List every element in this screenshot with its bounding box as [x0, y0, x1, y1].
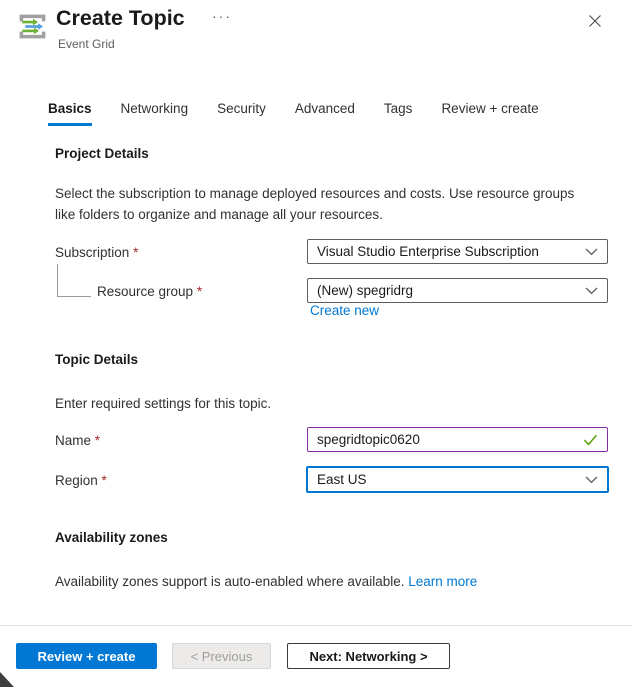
review-create-button[interactable]: Review + create	[16, 643, 157, 669]
create-topic-blade: Create Topic Event Grid ··· Basics Netwo…	[0, 0, 632, 687]
tab-networking[interactable]: Networking	[121, 101, 189, 126]
topic-details-heading: Topic Details	[55, 352, 139, 367]
name-label: Name *	[55, 433, 100, 448]
project-details-heading: Project Details	[55, 146, 149, 161]
more-options-button[interactable]: ···	[212, 8, 232, 24]
subscription-value: Visual Studio Enterprise Subscription	[317, 244, 539, 259]
footer-divider	[0, 625, 632, 626]
region-label: Region *	[55, 473, 107, 488]
topic-details-description: Enter required settings for this topic.	[55, 396, 272, 411]
required-asterisk: *	[196, 284, 203, 299]
event-grid-icon	[16, 10, 49, 43]
chevron-down-icon	[585, 287, 598, 295]
validation-check-icon	[583, 434, 598, 446]
tab-review-create[interactable]: Review + create	[441, 101, 538, 126]
resource-group-dropdown[interactable]: (New) spegridrg	[307, 278, 608, 303]
availability-zones-description: Availability zones support is auto-enabl…	[55, 571, 579, 592]
chevron-down-icon	[585, 476, 598, 484]
resource-group-value: (New) spegridrg	[317, 283, 414, 298]
page-title: Create Topic	[56, 6, 185, 30]
next-networking-button[interactable]: Next: Networking >	[287, 643, 450, 669]
required-asterisk: *	[101, 473, 107, 488]
availability-zones-text: Availability zones support is auto-enabl…	[55, 574, 405, 589]
tab-security[interactable]: Security	[217, 101, 266, 126]
project-details-description: Select the subscription to manage deploy…	[55, 186, 575, 222]
subscription-dropdown[interactable]: Visual Studio Enterprise Subscription	[307, 239, 608, 264]
mouse-cursor-fragment	[0, 672, 14, 687]
tab-advanced[interactable]: Advanced	[295, 101, 355, 126]
resource-group-label: Resource group *	[97, 284, 202, 299]
resource-group-label-text: Resource group	[97, 284, 194, 299]
previous-button[interactable]: < Previous	[172, 643, 271, 669]
name-label-text: Name	[55, 433, 92, 448]
chevron-down-icon	[585, 248, 598, 256]
tab-basics[interactable]: Basics	[48, 101, 92, 126]
availability-zones-heading: Availability zones	[55, 530, 168, 545]
close-icon[interactable]	[585, 11, 605, 31]
tab-tags[interactable]: Tags	[384, 101, 413, 126]
create-new-link[interactable]: Create new	[310, 303, 379, 318]
required-asterisk: *	[133, 245, 139, 260]
region-dropdown[interactable]: East US	[306, 466, 609, 493]
tab-strip: Basics Networking Security Advanced Tags…	[48, 101, 539, 126]
learn-more-link[interactable]: Learn more	[408, 574, 477, 589]
region-label-text: Region	[55, 473, 98, 488]
page-subtitle: Event Grid	[58, 37, 115, 51]
name-field[interactable]	[307, 427, 608, 452]
name-input[interactable]	[317, 432, 583, 447]
subscription-label-text: Subscription	[55, 245, 130, 260]
required-asterisk: *	[94, 433, 101, 448]
region-value: East US	[317, 472, 367, 487]
subscription-label: Subscription *	[55, 245, 138, 260]
resource-group-connector-line	[57, 264, 91, 297]
